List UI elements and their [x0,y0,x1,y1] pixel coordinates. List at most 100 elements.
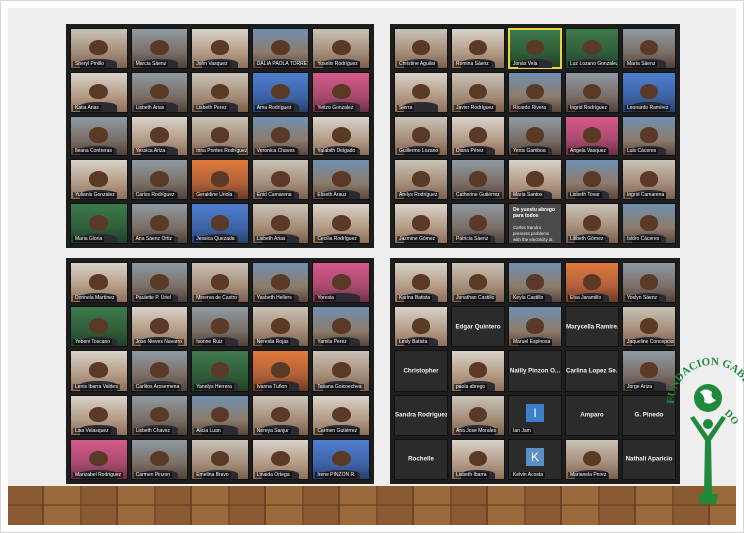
participant-head [331,450,351,467]
participant-name: Lilibeth Gómez [568,235,606,242]
participant-head [89,171,109,187]
participant-head [331,273,351,290]
participant-head [412,171,430,187]
participant-video-tile: Carmen Gutiérrez [312,394,370,436]
participant-name: Veronica Chaves [254,148,297,155]
participant-video-tile: Elsa Jaramillo [565,262,619,304]
participant-head [583,215,601,231]
participant-video-tile: Alicia Luan [191,394,249,436]
participant-name: Catherine Gutiérrez [454,192,502,199]
participant-video-tile: Guillermo Lozano [394,115,448,157]
participant-name: Carmen Gutiérrez [315,427,360,434]
participant-video-tile: Jonathan Castillo [451,262,505,304]
participant-name: Sheryl Pinillo [73,60,106,67]
participant-video-tile: Dorinela Martínez [70,262,128,304]
participant-head [469,406,487,423]
participant-video-tile: Luz Lozano Gonzalez [565,28,619,69]
participant-video-tile: Marianela Perez [565,438,619,480]
participant-head [331,127,351,143]
participant-video-tile: Luis Cáceres [622,115,676,157]
participant-name: DALIA PAOLA TORRES [254,60,308,67]
participant-head [412,127,430,143]
participant-name: Edgar Quintero [455,323,501,331]
participant-name: María Sáenz [625,60,658,67]
participant-video-tile: Minerva de Castro [191,262,249,304]
participant-name: Luz Lozano Gonzalez [568,60,618,67]
participant-video-tile: Maruel Espinosa [508,306,562,348]
participant-video-tile: Angela Vasquez [565,115,619,157]
participant-name: Ana Sáenz Ortiz [133,235,174,242]
participant-name: Yulabith Delgado [315,148,358,155]
participant-head [89,127,109,143]
participant-head [469,273,487,290]
participant-head [469,215,487,231]
participant-name: Marizabel Rodríguez [73,472,124,478]
participant-tile-avatar: K Kelvin Acosta [508,438,562,480]
participant-name: Patricia Sáenz [454,235,491,242]
participant-video-tile: Jessica Quezada [191,203,249,244]
participant-video-tile: Yanelys Herrera [191,350,249,392]
participant-head [149,273,169,290]
participant-head [583,273,601,290]
participant-head [469,450,487,467]
participant-head [469,127,487,143]
participant-head [469,362,487,379]
participant-head [149,39,169,56]
zoom-grid-top-right: Christine Aguilar Romina Sáenz Jonás Vela L… [390,24,680,248]
participant-name: Marycella Ramire... [566,323,618,331]
participant-name: Yanelys Herrera [194,383,234,390]
participant-video-tile: Eliseth Arauz [312,159,370,201]
participant-head [640,127,658,143]
participant-name: Christine Aguilar [397,60,438,67]
participant-head [210,450,230,467]
participant-video-tile: Lisa Velasquez [70,394,128,436]
participant-video-tile: Arelys Rodríguez [394,159,448,201]
participant-head [149,215,169,231]
participant-head [210,83,230,100]
participant-name: Jessica Quezada [194,235,237,242]
participant-video-tile: Linaida Ortega [251,438,310,480]
participant-tile-no-video: Carlina Lopez Se... [565,350,619,392]
participant-video-tile: Yamila Perez [312,306,370,348]
participant-video-tile: Carmen Pinzon [130,438,189,480]
participant-name: Nereida Rojas [254,339,291,346]
participant-name: Jorge Ariza [625,383,655,390]
participant-name: Alicia Luan [194,427,223,434]
participant-head [271,83,291,100]
participant-name: Isidro Cáceres [625,235,662,242]
participant-video-tile: Yessica Ariza [130,115,189,157]
participant-head [583,127,601,143]
participant-video-tile: Irene PINZON R. [312,438,370,480]
participant-video-tile: Romina Sáenz [451,28,505,69]
participant-name: Guillermo Lozano [397,148,441,155]
participant-name: Lenis Ibarra Valdes [73,383,120,390]
participant-head [149,450,169,467]
participant-name: Yasbeth Hellers [254,295,294,302]
participant-name: Tatiana Goicoechea [315,383,364,390]
participant-name: Diana Pérez [454,148,486,155]
participant-head [640,318,658,334]
participant-name: Ivonne Ruiz [194,339,225,346]
participant-video-tile: Jonás Vela [508,28,562,69]
participant-name: Luis Cáceres [625,148,659,155]
participant-name: Minerva de Castro [194,295,240,302]
participant-name: Irina Pontes Rodríguez [194,148,248,155]
participant-head [89,318,109,334]
participant-video-tile: Irina Pontes Rodríguez [191,115,249,157]
participant-name: Javier Rodríguez [454,104,496,111]
participant-video-tile: Keyla Castillo [508,262,562,304]
participant-head [89,362,109,379]
participant-video-tile: Paulette P. Uriel [130,262,189,304]
participant-name: Yulianis Gonzalez [73,192,117,199]
participant-name: Lisbeth Ibarra [454,472,489,478]
participant-video-tile: Patricia Sáenz [451,203,505,244]
participant-video-tile: paola abrego [451,350,505,392]
participant-head [412,83,430,100]
participant-video-tile: Carlos Rodríguez [130,159,189,201]
participant-video-tile: María Sáenz [622,28,676,69]
participant-head [412,39,430,56]
participant-video-tile: Ricardo Rivera [508,71,562,113]
participant-head [469,171,487,187]
chat-notification: De yuestu abrego para todos Carlos Sandro… [508,203,562,244]
participant-head [640,39,658,56]
